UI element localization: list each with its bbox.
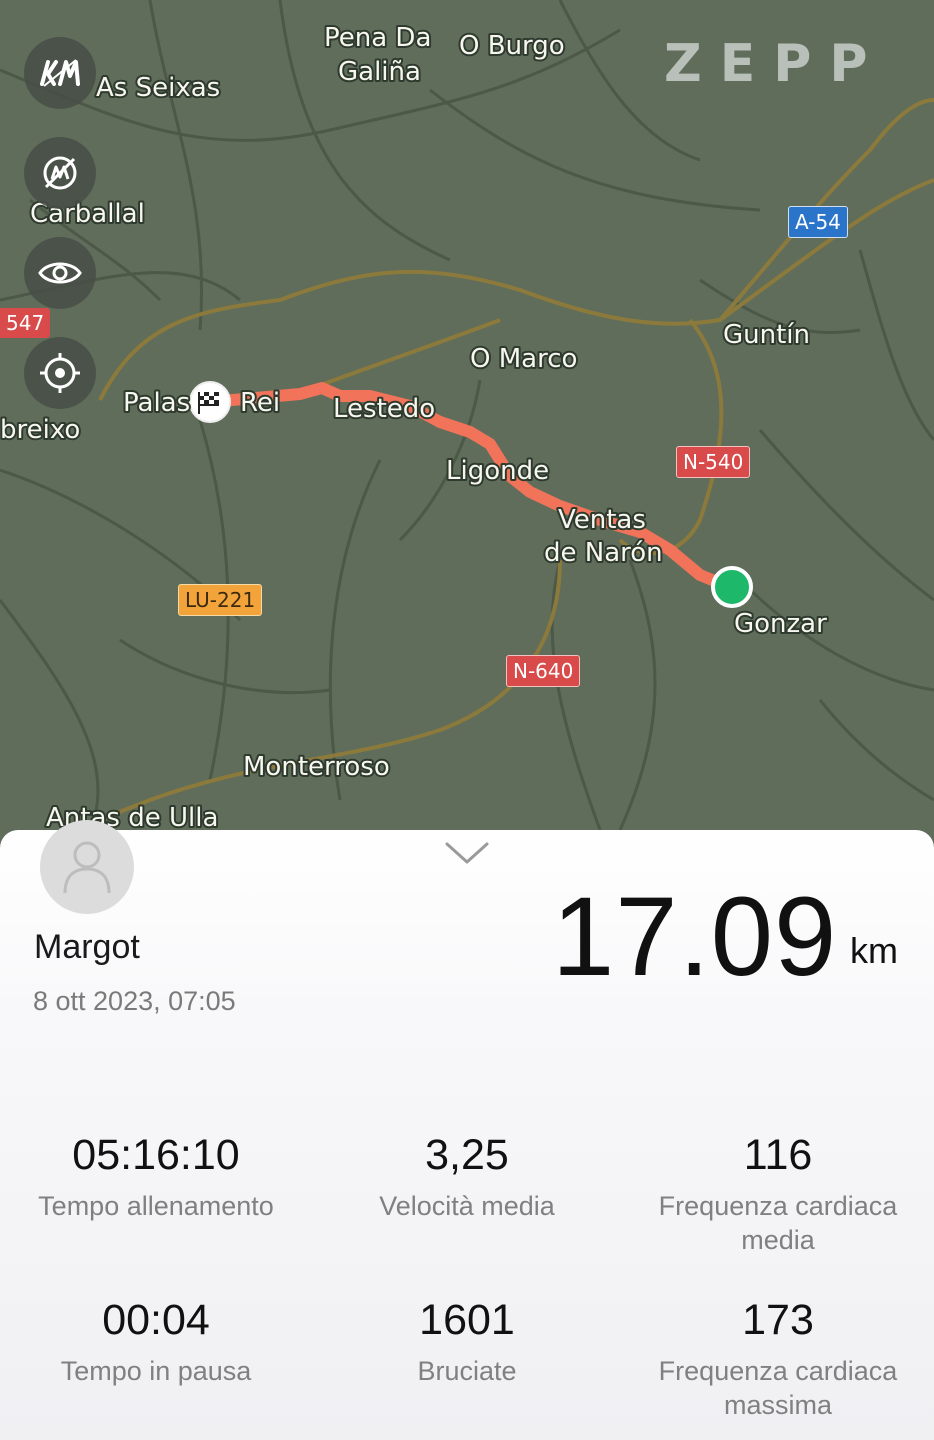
place-label: Gonzar xyxy=(734,609,827,639)
visibility-button[interactable] xyxy=(24,237,96,309)
avatar[interactable] xyxy=(40,820,134,914)
user-name: Margot xyxy=(34,928,140,966)
locate-button[interactable] xyxy=(24,337,96,409)
collapse-sheet-button[interactable] xyxy=(443,838,491,873)
start-marker xyxy=(711,566,753,608)
user-icon xyxy=(63,841,111,894)
place-label: Ligonde xyxy=(446,456,549,486)
place-label: Guntín xyxy=(723,320,810,350)
place-label: breixo xyxy=(0,415,80,445)
distance-unit: km xyxy=(850,930,898,971)
place-label: Ventas xyxy=(558,505,646,535)
place-label: As Seixas xyxy=(96,73,220,103)
stat-average-speed: 3,25 Velocità media xyxy=(317,1134,617,1223)
km-markers-icon xyxy=(40,59,80,87)
stat-value: 3,25 xyxy=(425,1131,509,1179)
locate-icon xyxy=(40,353,80,393)
stat-pause-time: 00:04 Tempo in pausa xyxy=(6,1299,306,1388)
place-label: Palas xyxy=(123,388,190,418)
stat-max-heart-rate: 173 Frequenza cardiaca massima xyxy=(628,1299,928,1422)
chevron-down-icon xyxy=(445,842,489,864)
zepp-logo: ZEPP xyxy=(664,34,886,94)
stat-value: 00:04 xyxy=(102,1296,210,1344)
place-label: O Marco xyxy=(470,344,577,374)
road-label: N-540 xyxy=(676,446,751,478)
route-map[interactable]: As Seixas Pena Da Galiña O Burgo Carball… xyxy=(0,0,934,860)
place-label: Pena Da xyxy=(324,23,431,53)
stat-value: 05:16:10 xyxy=(72,1131,240,1179)
stat-label: Tempo allenamento xyxy=(38,1191,274,1221)
hide-markers-icon xyxy=(43,156,77,190)
road-label: LU-221 xyxy=(178,584,263,616)
hide-markers-button[interactable] xyxy=(24,137,96,209)
place-label: Rei xyxy=(240,388,280,418)
place-label: de Narón xyxy=(544,538,663,568)
stat-workout-time: 05:16:10 Tempo allenamento xyxy=(6,1134,306,1223)
stat-value: 173 xyxy=(742,1296,814,1344)
stat-label: Frequenza cardiaca massima xyxy=(658,1356,898,1420)
stat-value: 116 xyxy=(743,1131,813,1179)
km-markers-button[interactable] xyxy=(24,37,96,109)
stat-label: Frequenza cardiaca media xyxy=(658,1191,898,1255)
road-label: 547 xyxy=(0,308,51,338)
place-label: Galiña xyxy=(338,57,421,87)
place-label: O Burgo xyxy=(459,31,565,61)
eye-icon xyxy=(38,262,82,284)
stat-value: 1601 xyxy=(419,1296,515,1344)
stat-label: Tempo in pausa xyxy=(60,1356,252,1386)
stat-label: Bruciate xyxy=(417,1356,517,1386)
place-label: Monterroso xyxy=(243,752,390,782)
distance-value: 17.09 xyxy=(552,874,838,999)
stat-average-heart-rate: 116 Frequenza cardiaca media xyxy=(628,1134,928,1257)
stat-calories: 1601 Bruciate xyxy=(317,1299,617,1388)
activity-date: 8 ott 2023, 07:05 xyxy=(33,986,236,1016)
road-label: N-640 xyxy=(506,655,581,687)
road-label: A-54 xyxy=(788,206,848,238)
stat-label: Velocità media xyxy=(379,1191,555,1221)
place-label: Lestedo xyxy=(333,394,435,424)
finish-flag-icon xyxy=(189,381,231,423)
